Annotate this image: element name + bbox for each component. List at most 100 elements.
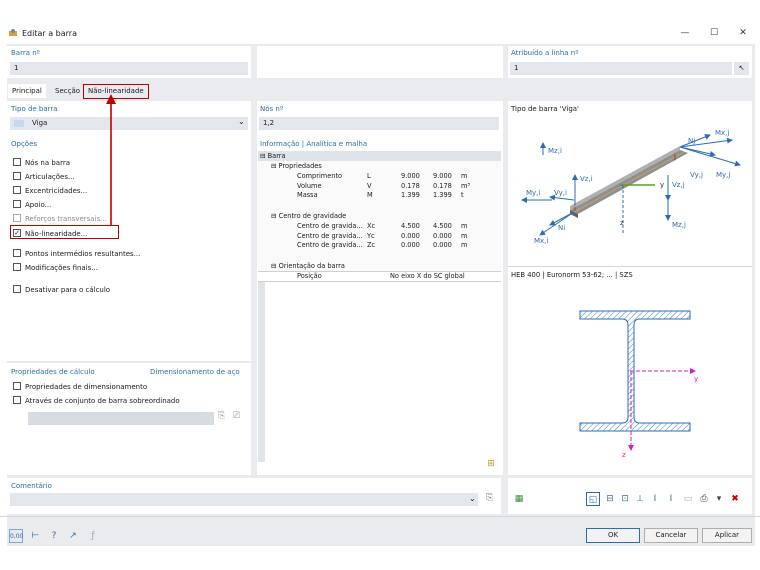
tree-cgs-v2: 0.000 [433, 231, 452, 240]
decimals-icon[interactable]: 0,00 [9, 529, 23, 543]
checkbox[interactable] [13, 396, 21, 404]
tree-cgs-sym: Xc [367, 222, 376, 230]
i-section-icon[interactable]: I [648, 492, 662, 506]
label-ni: Ni [558, 224, 565, 232]
label-j: j [673, 153, 676, 161]
label-i: i [574, 205, 576, 213]
tree-cgs-v2: 0.000 [433, 241, 452, 249]
tree-props-v1: 1.399 [401, 191, 420, 199]
chevron-down-icon[interactable]: ⌄ [238, 117, 245, 126]
tree-orientacao[interactable]: ⊟ Orientação da barra [271, 262, 345, 270]
option-label: Reforços transversais... [25, 215, 107, 223]
option-label: Pontos intermédios resultantes... [25, 250, 141, 258]
checkbox[interactable] [13, 285, 21, 293]
footer-divider [0, 516, 760, 517]
chevron-down-icon[interactable]: ⌄ [469, 494, 476, 503]
label-vyi: Vy,i [554, 189, 567, 197]
view-iso-icon[interactable]: ◱ [586, 492, 600, 506]
atribuido-field[interactable]: 1 [510, 62, 732, 75]
label-myj: My,j [716, 171, 730, 179]
minimize-button[interactable]: — [676, 26, 694, 40]
dimension-icon[interactable]: ⊢ [28, 529, 42, 543]
tree-props-v2: 0.178 [433, 181, 452, 190]
comentario-field[interactable] [10, 493, 478, 506]
checkbox[interactable] [13, 382, 21, 390]
tree-cgs-v1: 0.000 [401, 231, 420, 240]
checkbox[interactable] [13, 186, 21, 194]
option-7[interactable]: Modificações finais... [13, 263, 98, 272]
chevron-down-icon[interactable]: ▾ [712, 492, 726, 506]
option-8[interactable]: Desativar para o cálculo [13, 285, 111, 294]
tree-props-v2: 9.000 [433, 172, 452, 180]
tipo-value: Viga [32, 119, 48, 127]
tree-barra[interactable]: ⊟ Barra [260, 152, 286, 160]
option-3[interactable]: Apoio... [13, 200, 51, 209]
calc-item-conjunto[interactable]: Através de conjunto de barra sobreordina… [13, 396, 180, 405]
tree-props-name: Comprimento [297, 172, 343, 180]
calc-label: Propriedades de cálculo [11, 368, 95, 376]
i-section-2-icon[interactable]: I [664, 492, 678, 506]
dimensionamento-label: Dimensionamento de aço [150, 368, 240, 376]
tree-props-sym: L [367, 172, 371, 180]
calc-item-dimensionamento[interactable]: Propriedades de dimensionamento [13, 382, 147, 391]
option-0[interactable]: Nós na barra [13, 158, 70, 167]
beam-type-icon [14, 120, 24, 127]
view-front-icon[interactable]: ⊟ [603, 492, 617, 506]
tab-seccao[interactable]: Secção [51, 84, 84, 98]
nodes-icon[interactable]: ▦ [512, 492, 526, 506]
option-1[interactable]: Articulações... [13, 172, 75, 181]
maximize-button[interactable]: ☐ [705, 26, 723, 40]
cancel-button[interactable]: Cancelar [644, 528, 698, 543]
formula-icon[interactable]: ƒ [86, 529, 100, 543]
atribuido-label: Atribuído a linha nº [511, 49, 579, 57]
tree-cgs-v1: 0.000 [401, 241, 420, 249]
nos-field[interactable]: 1,2 [259, 117, 499, 130]
beam-forces-diagram: Mx,j Nj j Vy,j My,j Vz,j Mz,j Mz,i Vz,i … [521, 129, 741, 245]
option-6[interactable]: Pontos intermédios resultantes... [13, 249, 141, 258]
tipo-select[interactable]: Viga [10, 117, 248, 130]
view-side-icon[interactable]: ⊡ [618, 492, 632, 506]
grid-settings-icon[interactable]: ⊞ [484, 457, 498, 471]
checkbox[interactable] [13, 158, 21, 166]
option-2[interactable]: Excentricidades... [13, 186, 87, 195]
tipo-label: Tipo de barra [11, 105, 58, 113]
option-label: Articulações... [25, 173, 75, 181]
ok-button[interactable]: OK [586, 528, 640, 543]
new-icon: ⎘ [218, 411, 226, 421]
edit-icon: ⎚ [233, 411, 241, 421]
tree-props-v1: 0.178 [401, 181, 420, 190]
conjunto-field [28, 412, 214, 425]
view-dim-icon[interactable]: ⟂ [633, 492, 647, 506]
tree-cgs-name: Centro de gravida... [297, 231, 363, 240]
tree-posicao: Posição [297, 272, 322, 280]
section-drawing: y z [579, 310, 698, 459]
checkbox[interactable] [13, 214, 21, 222]
option-label: Desativar para o cálculo [25, 286, 111, 294]
barra-field[interactable]: 1 [10, 62, 248, 75]
close-button[interactable]: ✕ [734, 26, 752, 40]
select-line-icon[interactable]: ↖ [734, 62, 749, 75]
print-icon[interactable]: ⎙ [697, 492, 711, 506]
nos-label: Nós nº [260, 105, 284, 113]
label-z: z [620, 219, 624, 227]
help-icon[interactable]: ? [47, 529, 61, 543]
option-4: Reforços transversais... [13, 214, 107, 223]
checkbox[interactable] [13, 263, 21, 271]
tree-cg[interactable]: ⊟ Centro de gravidade [271, 212, 346, 220]
tree-cgs-unit: m [461, 222, 468, 230]
arrow-icon[interactable]: ↗ [66, 529, 80, 543]
tree-propriedades[interactable]: ⊟ Propriedades [271, 162, 322, 170]
checkbox[interactable] [13, 200, 21, 208]
checkbox[interactable] [13, 249, 21, 257]
checkbox[interactable] [13, 172, 21, 180]
tree-cgs-v2: 4.500 [433, 222, 452, 230]
apply-button[interactable]: Aplicar [702, 528, 752, 543]
tipo-view-label: Tipo de barra 'Viga' [511, 105, 579, 113]
section-z: z [622, 451, 626, 459]
label-mzj: Mz,j [672, 221, 686, 229]
tab-principal[interactable]: Principal [8, 84, 46, 98]
comment-browse-icon[interactable]: ⎘ [486, 493, 493, 503]
window-title: Editar a barra [22, 29, 77, 38]
reset-icon[interactable]: ✖ [728, 492, 742, 506]
hatch-icon[interactable]: ▭ [681, 492, 695, 506]
